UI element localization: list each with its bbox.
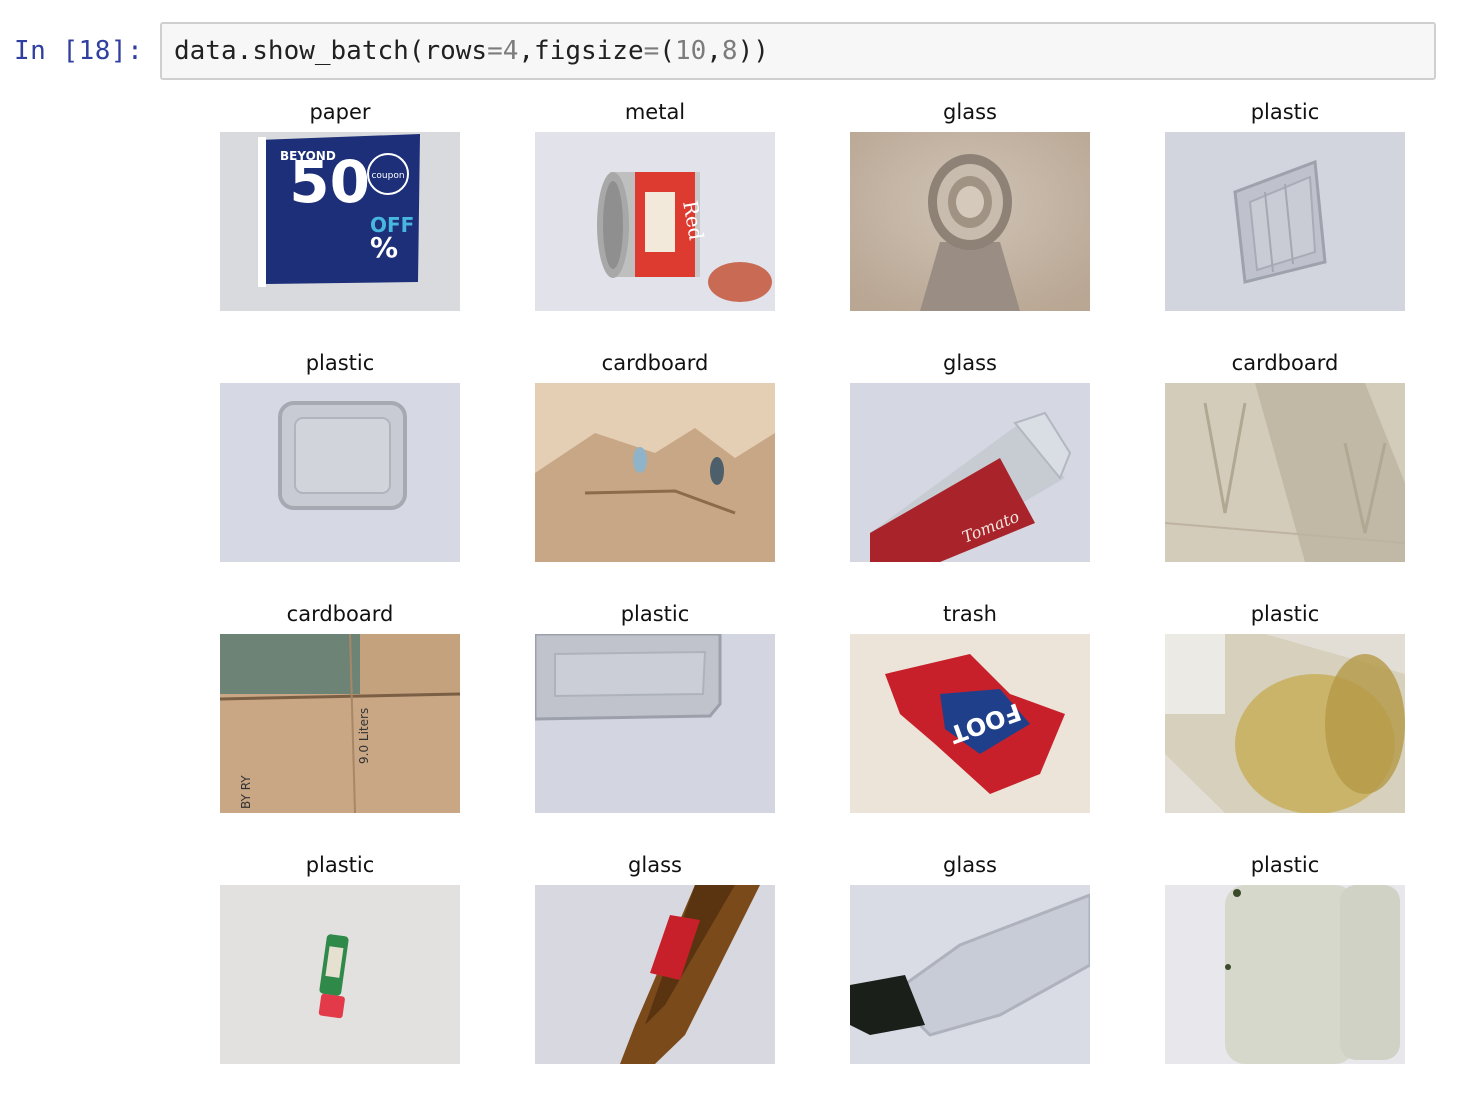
- batch-item-image: 50 OFF % BEYOND coupon: [220, 132, 460, 311]
- code-part: ,: [706, 36, 722, 66]
- batch-item-image: [535, 383, 775, 562]
- batch-item-image: Red: [535, 132, 775, 311]
- batch-item-label: glass: [943, 351, 997, 375]
- batch-item-image: Tomato: [850, 383, 1090, 562]
- glass-photo: Tomato: [850, 383, 1090, 562]
- code-part: (: [659, 36, 675, 66]
- batch-item-image: FOOT: [850, 634, 1090, 813]
- batch-item-label: plastic: [305, 351, 375, 375]
- cardboard-capacity-text: 9.0 Liters: [357, 708, 371, 764]
- batch-item-image: [1165, 634, 1405, 813]
- code-operator: =: [487, 36, 503, 66]
- trash-photo: FOOT: [850, 634, 1090, 813]
- batch-item-label: metal: [624, 100, 686, 124]
- batch-item-image: [850, 132, 1090, 311]
- code-number: 10: [674, 36, 707, 66]
- code-part: ,figsize: [518, 36, 644, 66]
- notebook-cell: In [18]: data.show_batch(rows=4,figsize=…: [0, 0, 1460, 1096]
- batch-item-label: cardboard: [601, 351, 709, 375]
- batch-item-label: plastic: [1250, 100, 1320, 124]
- batch-item-label: plastic: [1250, 602, 1320, 626]
- code-part: )): [737, 36, 769, 66]
- paper-header: BEYOND: [280, 149, 336, 163]
- batch-item-image: [850, 885, 1090, 1064]
- batch-item-image: [1165, 383, 1405, 562]
- plastic-photo: [1165, 132, 1405, 311]
- batch-item-image: [1165, 885, 1405, 1064]
- code-text: data.show_batch(rows=4,figsize=(10,8)): [174, 36, 769, 66]
- batch-item-label: plastic: [1250, 853, 1320, 877]
- input-prompt: In [18]:: [14, 36, 144, 66]
- batch-item-label: paper: [309, 100, 371, 124]
- plastic-photo: [535, 634, 775, 813]
- plastic-photo: [220, 885, 460, 1064]
- code-input[interactable]: data.show_batch(rows=4,figsize=(10,8)): [160, 22, 1436, 80]
- cardboard-photo: [535, 383, 775, 562]
- batch-item-image: [220, 885, 460, 1064]
- cell-output: paper 50 OFF % BEYOND coupon metal Red g…: [0, 90, 1460, 1096]
- glass-photo: [535, 885, 775, 1064]
- plastic-photo: [220, 383, 460, 562]
- batch-item-label: glass: [628, 853, 682, 877]
- paper-percent: %: [370, 231, 398, 264]
- metal-photo: Red: [535, 132, 775, 311]
- plastic-photo: [1165, 634, 1405, 813]
- code-number: 8: [721, 36, 738, 66]
- glass-photo: [850, 132, 1090, 311]
- batch-item-image: [535, 634, 775, 813]
- batch-item-image: [220, 383, 460, 562]
- cardboard-photo: 9.0 Liters BY RY: [220, 634, 460, 813]
- batch-item-label: cardboard: [1231, 351, 1339, 375]
- batch-item-label: cardboard: [286, 602, 394, 626]
- code-operator: =: [643, 36, 660, 66]
- batch-item-label: plastic: [305, 853, 375, 877]
- code-part: data.show_batch(rows: [174, 36, 488, 66]
- batch-item-label: glass: [943, 853, 997, 877]
- batch-item-image: 9.0 Liters BY RY: [220, 634, 460, 813]
- cardboard-edge-text: BY RY: [239, 775, 253, 809]
- batch-item-image: [535, 885, 775, 1064]
- batch-item-label: glass: [943, 100, 997, 124]
- batch-item-label: plastic: [620, 602, 690, 626]
- glass-photo: [850, 885, 1090, 1064]
- batch-item-label: trash: [943, 602, 997, 626]
- paper-photo: 50 OFF % BEYOND coupon: [220, 132, 460, 311]
- code-number: 4: [502, 36, 519, 66]
- batch-item-image: [1165, 132, 1405, 311]
- paper-coupon-text: coupon: [371, 171, 404, 181]
- plastic-photo: [1165, 885, 1405, 1064]
- cardboard-photo: [1165, 383, 1405, 562]
